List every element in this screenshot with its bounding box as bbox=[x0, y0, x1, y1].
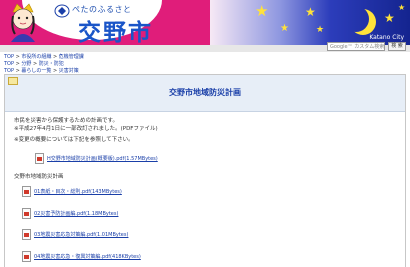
intro-text: ※変更の概要については下記を参照して下さい。 bbox=[14, 137, 134, 143]
main-content: 交野市地域防災計画 市民を災害から保護するための計画です。 ※平成27年4月1日… bbox=[4, 74, 406, 267]
file-link[interactable]: 04地震災害応急・復興対策編.pdf(418KBytes) bbox=[34, 253, 141, 260]
section-heading: 交野市地域防災計画 bbox=[14, 174, 64, 180]
mascot-icon bbox=[11, 3, 35, 42]
summary-pdf-link[interactable]: H交野市地域防災計画(概要版).pdf(1.57MBytes) bbox=[47, 155, 158, 162]
city-crest-icon bbox=[54, 4, 70, 18]
breadcrumb: TOP > 分野 > 防災・防犯 bbox=[4, 61, 64, 67]
star-icon: ★ bbox=[384, 11, 395, 25]
pdf-icon bbox=[22, 186, 31, 197]
site-header: ぺたのふるさと 交野市 ★ ★ ★ ★ ★ ★ Katano City bbox=[0, 0, 410, 45]
pdf-icon bbox=[22, 208, 31, 219]
intro-text: ※平成27年4月1日に一部改訂されました。(PDFファイル) bbox=[14, 126, 158, 132]
file-link[interactable]: 01表紙・目次・総則.pdf(143MBytes) bbox=[34, 188, 122, 195]
city-logo-text[interactable]: 交野市 bbox=[78, 13, 153, 45]
page-title: 交野市地域防災計画 bbox=[169, 88, 241, 97]
moon-icon bbox=[343, 6, 369, 32]
pdf-icon bbox=[22, 229, 31, 240]
file-link[interactable]: 02災害予防計画編.pdf(1.18MBytes) bbox=[34, 210, 118, 217]
pdf-icon bbox=[35, 153, 44, 164]
intro-text: 市民を災害から保護するための計画です。 bbox=[14, 118, 118, 124]
search-input[interactable]: Google™ カスタム検索 bbox=[327, 42, 385, 51]
star-icon: ★ bbox=[398, 3, 406, 12]
page: ぺたのふるさと 交野市 ★ ★ ★ ★ ★ ★ Katano City Goog… bbox=[0, 0, 410, 267]
star-icon: ★ bbox=[316, 25, 325, 35]
star-icon: ★ bbox=[255, 2, 269, 20]
title-bar: 交野市地域防災計画 bbox=[5, 75, 405, 112]
file-link[interactable]: 03地震災害応急対策編.pdf(1.01MBytes) bbox=[34, 231, 128, 238]
note-icon bbox=[8, 77, 18, 85]
breadcrumb: TOP > 市役所の組織 > 危機管理課 bbox=[4, 54, 84, 60]
search-button[interactable]: 検 索 bbox=[388, 42, 406, 51]
pdf-icon bbox=[22, 251, 31, 262]
star-icon: ★ bbox=[305, 5, 316, 19]
breadcrumb: TOP > 暮らしの一覧 > 災害対策 bbox=[4, 68, 79, 74]
star-icon: ★ bbox=[280, 23, 289, 34]
city-name-english: Katano City bbox=[369, 34, 404, 41]
